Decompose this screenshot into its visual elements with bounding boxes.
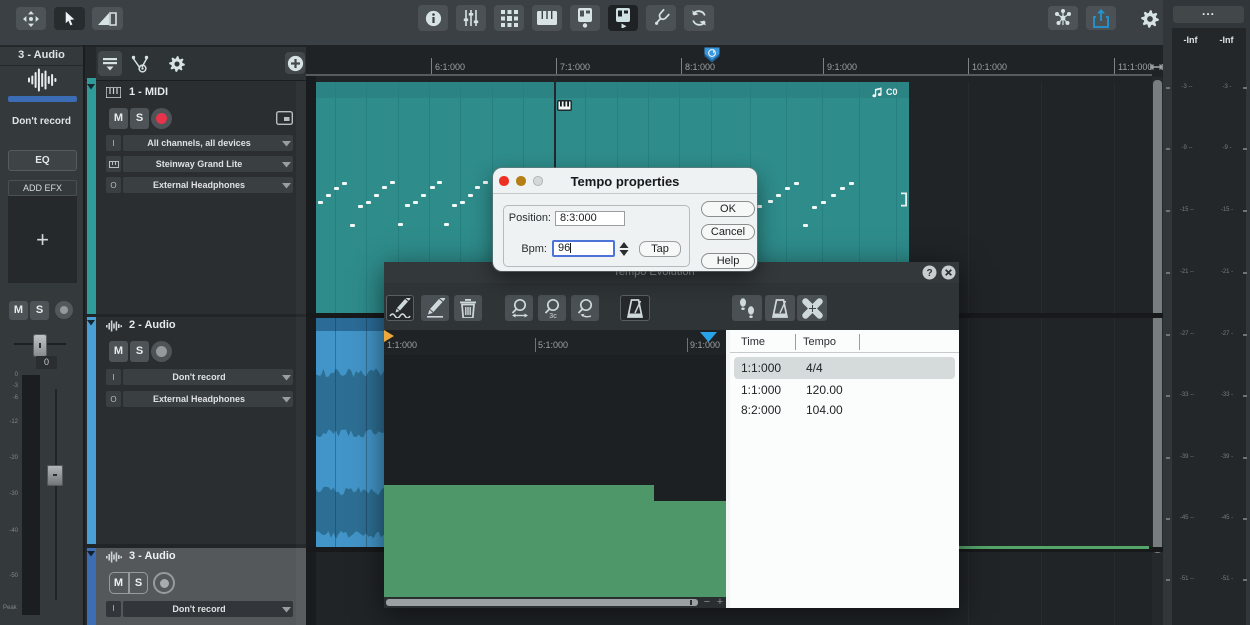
svg-text:3c: 3c (549, 313, 557, 319)
svg-text:?: ? (926, 268, 932, 279)
